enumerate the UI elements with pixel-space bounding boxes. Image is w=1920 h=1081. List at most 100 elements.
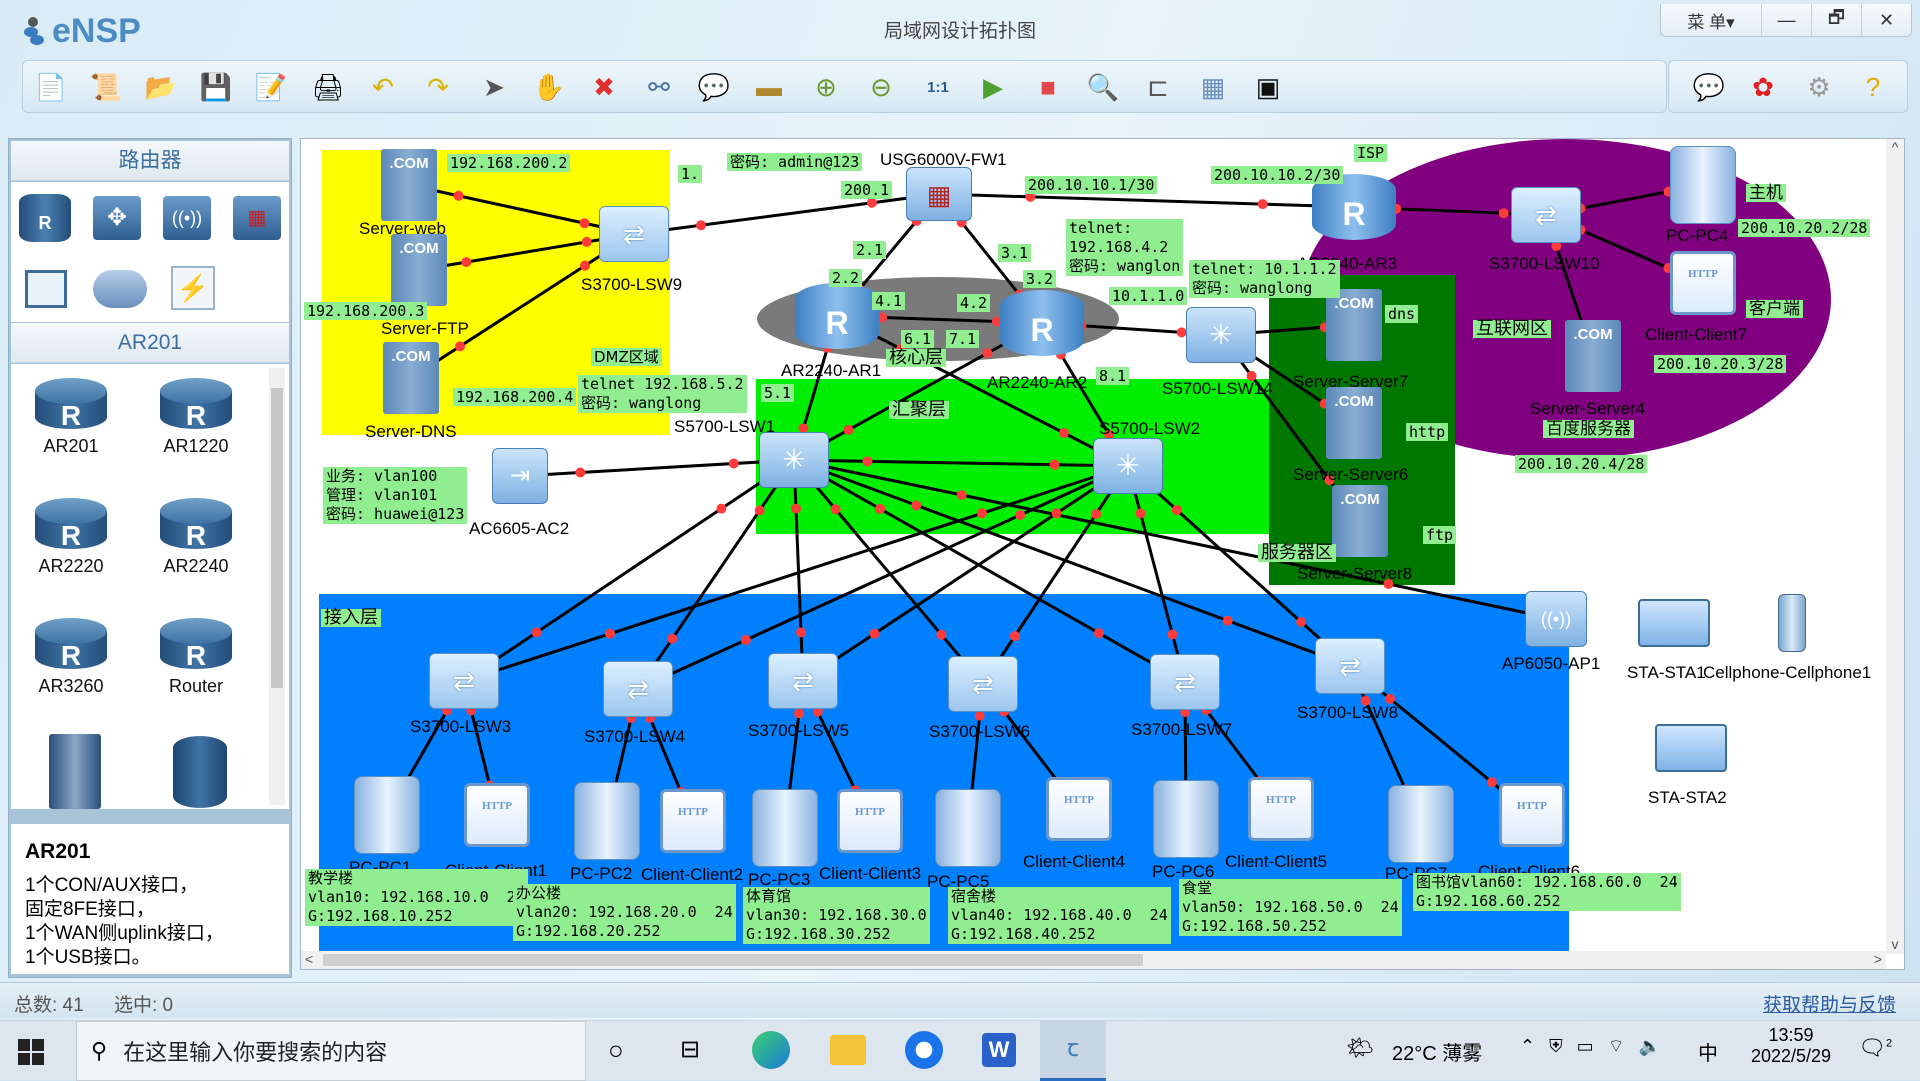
l3-switch-icon[interactable]: ✳ — [759, 432, 829, 488]
pc-icon[interactable] — [935, 789, 1001, 867]
main-menu-button[interactable]: 菜 单▾ — [1661, 4, 1761, 36]
l2-switch-icon[interactable]: ⇄ — [429, 653, 499, 709]
server-icon[interactable]: .COM — [381, 149, 437, 221]
widgets-icon[interactable]: ⊟ — [680, 1035, 700, 1064]
router-icon[interactable]: R — [795, 283, 879, 349]
palette-icon[interactable]: ▬ — [751, 69, 787, 105]
grid-icon[interactable]: ▦ — [1195, 69, 1231, 105]
model-ar201[interactable]: R AR201 — [21, 378, 121, 457]
console-icon[interactable]: ▣ — [1250, 69, 1286, 105]
notification-icon[interactable]: 🗨2 — [1858, 1035, 1892, 1061]
add-text-icon[interactable]: 💬 — [696, 69, 732, 105]
client-icon[interactable]: HTTP — [1499, 783, 1565, 847]
canvas-horizontal-scrollbar[interactable]: < > — [301, 951, 1886, 969]
hscroll-thumb[interactable] — [323, 954, 1143, 966]
ime-indicator[interactable]: 中 — [1698, 1037, 1718, 1066]
l3-switch-icon[interactable]: ✳ — [1186, 307, 1256, 363]
model-ar2240[interactable]: R AR2240 — [146, 498, 246, 577]
canvas-vertical-scrollbar[interactable]: ^ v — [1886, 139, 1904, 954]
link-lsw9-fw1[interactable] — [633, 192, 940, 236]
client-icon[interactable]: HTTP — [464, 783, 530, 847]
server-icon[interactable]: .COM — [391, 234, 447, 306]
pc-icon[interactable] — [1670, 146, 1736, 224]
minimize-button[interactable]: — — [1761, 4, 1811, 36]
l2-switch-icon[interactable]: ⇄ — [948, 656, 1018, 712]
l3-switch-icon[interactable]: ✳ — [1093, 438, 1163, 494]
pan-hand-icon[interactable]: ✋ — [531, 69, 567, 105]
pc-icon[interactable] — [354, 776, 420, 854]
l2-switch-icon[interactable]: ⇄ — [599, 206, 669, 262]
l2-switch-icon[interactable]: ⇄ — [1150, 654, 1220, 710]
l2-switch-icon[interactable]: ⇄ — [768, 653, 838, 709]
link-lsw2-lsw7[interactable] — [1126, 465, 1187, 683]
topology-icon[interactable]: ⊏ — [1140, 69, 1176, 105]
app-icon[interactable] — [905, 1031, 943, 1069]
open-icon[interactable]: 📂 — [143, 69, 179, 105]
select-pointer-icon[interactable]: ➤ — [476, 69, 512, 105]
model-ar3260[interactable]: R AR3260 — [21, 618, 121, 697]
firewall-icon[interactable]: ▦ — [906, 167, 972, 221]
router-icon[interactable]: R — [1000, 290, 1084, 356]
laptop-sta-icon[interactable] — [1655, 724, 1727, 772]
wps-icon[interactable]: W — [982, 1033, 1016, 1067]
link-lsw1-lsw2[interactable] — [793, 458, 1129, 468]
weather-text[interactable]: 22°C 薄雾 — [1392, 1037, 1482, 1066]
firewall-icon[interactable]: ▦ — [233, 196, 281, 240]
save-icon[interactable]: 💾 — [198, 69, 234, 105]
server-icon[interactable]: .COM — [1565, 320, 1621, 392]
server-icon[interactable]: .COM — [1326, 289, 1382, 361]
tray-icons[interactable]: ⌃⛨▭⌔🔈 — [1520, 1035, 1675, 1058]
model-list-scrollbar[interactable] — [269, 368, 285, 805]
model-router[interactable]: R Router — [146, 618, 246, 697]
clock[interactable]: 13:59 2022/5/29 — [1746, 1025, 1836, 1067]
client-icon[interactable]: HTTP — [1046, 777, 1112, 841]
server-icon[interactable]: .COM — [1332, 485, 1388, 557]
taskbar-search-box[interactable]: ⚲ 在这里输入你要搜索的内容 — [76, 1021, 586, 1081]
redo-icon[interactable]: ↷ — [420, 69, 456, 105]
pc-icon[interactable] — [752, 789, 818, 867]
restore-1to1-icon[interactable]: 1:1 — [920, 69, 956, 105]
link-lsw2-lsw5[interactable] — [802, 464, 1129, 683]
close-button[interactable]: ✕ — [1861, 4, 1911, 36]
zoom-in-icon[interactable]: ⊕ — [808, 69, 844, 105]
access-controller-icon[interactable]: ⇥ — [492, 448, 548, 504]
access-point-icon[interactable]: ((•)) — [1525, 591, 1587, 647]
stop-device-icon[interactable]: ■ — [1030, 69, 1066, 105]
task-view-icon[interactable]: ○ — [608, 1035, 624, 1066]
delete-icon[interactable]: ✖ — [586, 69, 622, 105]
l2-switch-icon[interactable]: ⇄ — [1511, 187, 1581, 243]
chassis-router-icon[interactable] — [49, 734, 101, 809]
client-icon[interactable]: HTTP — [1248, 777, 1314, 841]
chat-icon[interactable]: 💬 — [1691, 69, 1727, 105]
core-router-icon[interactable] — [173, 736, 227, 808]
topology-canvas[interactable]: .COM Server-web .COM Server-FTP .COM Server-D… — [300, 138, 1905, 970]
pc-icon[interactable] — [574, 782, 640, 860]
l2-switch-icon[interactable]: ⇄ — [1315, 638, 1385, 694]
settings-gear-icon[interactable]: ⚙ — [1801, 69, 1837, 105]
server-icon[interactable]: .COM — [383, 342, 439, 414]
edge-browser-icon[interactable] — [752, 1031, 790, 1069]
restore-button[interactable]: 🗗 — [1811, 4, 1861, 36]
client-icon[interactable]: HTTP — [1670, 251, 1736, 315]
router-icon[interactable]: R — [19, 194, 71, 242]
pc-icon[interactable] — [1153, 780, 1219, 858]
help-feedback-link[interactable]: 获取帮助与反馈 — [1763, 990, 1896, 1017]
delete-link-icon[interactable]: ⚯ — [641, 69, 677, 105]
ensp-taskbar-icon[interactable]: ꞇ — [1040, 1021, 1106, 1081]
link-lsw1-ac2[interactable] — [519, 458, 795, 478]
client-icon[interactable]: HTTP — [660, 789, 726, 853]
help-icon[interactable]: ? — [1855, 69, 1891, 105]
file-explorer-icon[interactable] — [830, 1035, 866, 1065]
print-icon[interactable]: 🖨 — [310, 69, 346, 105]
switch-icon[interactable]: ✥ — [93, 196, 141, 240]
l2-switch-icon[interactable]: ⇄ — [603, 661, 673, 717]
pc-icon[interactable] — [1388, 785, 1454, 863]
undo-icon[interactable]: ↶ — [365, 69, 401, 105]
laptop-sta-icon[interactable] — [1638, 599, 1710, 647]
model-ar2220[interactable]: R AR2220 — [21, 498, 121, 577]
link-icon[interactable]: ⚡ — [171, 266, 215, 310]
client-icon[interactable]: HTTP — [837, 789, 903, 853]
model-ar1220[interactable]: R AR1220 — [146, 378, 246, 457]
capture-icon[interactable]: 🔍 — [1085, 69, 1121, 105]
cellphone-icon[interactable] — [1778, 594, 1806, 652]
